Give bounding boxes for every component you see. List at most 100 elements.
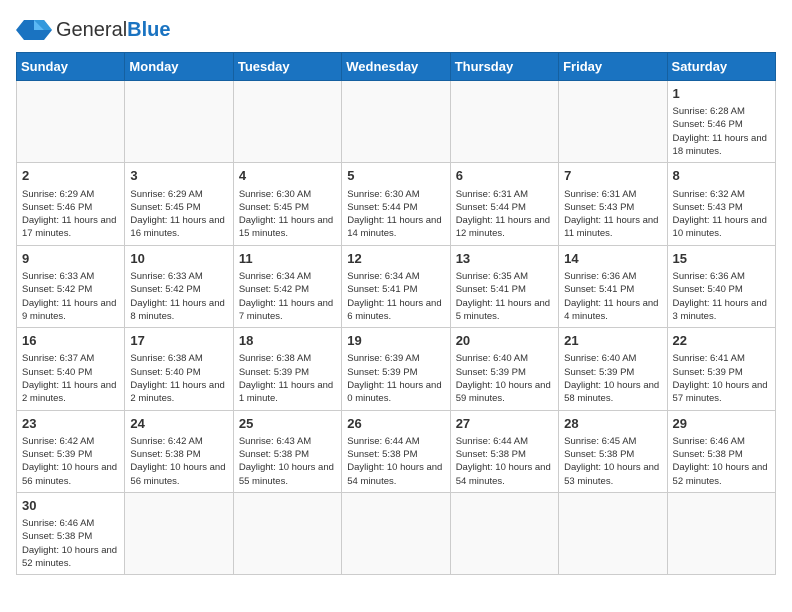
calendar-cell: 4Sunrise: 6:30 AM Sunset: 5:45 PM Daylig…: [233, 163, 341, 245]
calendar-cell: 20 Sunrise: 6:40 AM Sunset: 5:39 PM Dayli…: [450, 328, 558, 410]
calendar-cell: 10Sunrise: 6:33 AM Sunset: 5:42 PM Dayli…: [125, 245, 233, 327]
day-number: 24: [130, 415, 227, 433]
calendar-cell: 8 Sunrise: 6:32 AM Sunset: 5:43 PM Daylig…: [667, 163, 775, 245]
day-number: 20: [456, 332, 553, 350]
weekday-header-sunday: Sunday: [17, 53, 125, 81]
calendar-cell: 5Sunrise: 6:30 AM Sunset: 5:44 PM Daylig…: [342, 163, 450, 245]
day-info: Sunrise: 6:32 AM Sunset: 5:43 PM Dayligh…: [673, 189, 767, 240]
calendar-cell: [342, 81, 450, 163]
day-info: Sunrise: 6:34 AM Sunset: 5:41 PM Dayligh…: [347, 271, 441, 322]
page-header: GeneralBlue: [16, 16, 776, 44]
weekday-header-wednesday: Wednesday: [342, 53, 450, 81]
calendar-cell: 21 Sunrise: 6:40 AM Sunset: 5:39 PM Dayli…: [559, 328, 667, 410]
day-number: 7: [564, 167, 661, 185]
day-number: 18: [239, 332, 336, 350]
calendar-week-row: 30 Sunrise: 6:46 AM Sunset: 5:38 PM Dayli…: [17, 492, 776, 574]
weekday-header-row: SundayMondayTuesdayWednesdayThursdayFrid…: [17, 53, 776, 81]
calendar-cell: 28 Sunrise: 6:45 AM Sunset: 5:38 PM Dayli…: [559, 410, 667, 492]
day-number: 22: [673, 332, 770, 350]
calendar-cell: [233, 492, 341, 574]
day-info: Sunrise: 6:36 AM Sunset: 5:41 PM Dayligh…: [564, 271, 658, 322]
calendar-week-row: 16 Sunrise: 6:37 AM Sunset: 5:40 PM Dayli…: [17, 328, 776, 410]
day-number: 19: [347, 332, 444, 350]
day-number: 1: [673, 85, 770, 103]
day-info: Sunrise: 6:41 AM Sunset: 5:39 PM Dayligh…: [673, 353, 768, 404]
weekday-header-saturday: Saturday: [667, 53, 775, 81]
day-number: 10: [130, 250, 227, 268]
calendar-cell: 22 Sunrise: 6:41 AM Sunset: 5:39 PM Dayli…: [667, 328, 775, 410]
calendar-week-row: 1 Sunrise: 6:28 AM Sunset: 5:46 PM Daylig…: [17, 81, 776, 163]
calendar: SundayMondayTuesdayWednesdayThursdayFrid…: [16, 52, 776, 575]
calendar-cell: 18 Sunrise: 6:38 AM Sunset: 5:39 PM Dayli…: [233, 328, 341, 410]
calendar-cell: 6Sunrise: 6:31 AM Sunset: 5:44 PM Daylig…: [450, 163, 558, 245]
logo-text: GeneralBlue: [56, 19, 171, 42]
day-number: 9: [22, 250, 119, 268]
day-info: Sunrise: 6:35 AM Sunset: 5:41 PM Dayligh…: [456, 271, 550, 322]
calendar-cell: [559, 492, 667, 574]
day-number: 16: [22, 332, 119, 350]
calendar-cell: 9 Sunrise: 6:33 AM Sunset: 5:42 PM Daylig…: [17, 245, 125, 327]
calendar-week-row: 23 Sunrise: 6:42 AM Sunset: 5:39 PM Dayli…: [17, 410, 776, 492]
calendar-cell: 19 Sunrise: 6:39 AM Sunset: 5:39 PM Dayli…: [342, 328, 450, 410]
calendar-cell: 29Sunrise: 6:46 AM Sunset: 5:38 PM Dayli…: [667, 410, 775, 492]
calendar-cell: 16 Sunrise: 6:37 AM Sunset: 5:40 PM Dayli…: [17, 328, 125, 410]
calendar-cell: 13 Sunrise: 6:35 AM Sunset: 5:41 PM Dayli…: [450, 245, 558, 327]
day-info: Sunrise: 6:44 AM Sunset: 5:38 PM Dayligh…: [347, 436, 442, 487]
day-info: Sunrise: 6:45 AM Sunset: 5:38 PM Dayligh…: [564, 436, 659, 487]
day-info: Sunrise: 6:28 AM Sunset: 5:46 PM Dayligh…: [673, 106, 767, 157]
day-info: Sunrise: 6:44 AM Sunset: 5:38 PM Dayligh…: [456, 436, 551, 487]
day-info: Sunrise: 6:38 AM Sunset: 5:39 PM Dayligh…: [239, 353, 333, 404]
weekday-header-monday: Monday: [125, 53, 233, 81]
day-number: 13: [456, 250, 553, 268]
calendar-cell: 23 Sunrise: 6:42 AM Sunset: 5:39 PM Dayli…: [17, 410, 125, 492]
day-number: 26: [347, 415, 444, 433]
day-number: 23: [22, 415, 119, 433]
day-info: Sunrise: 6:40 AM Sunset: 5:39 PM Dayligh…: [564, 353, 659, 404]
calendar-cell: 1 Sunrise: 6:28 AM Sunset: 5:46 PM Daylig…: [667, 81, 775, 163]
day-number: 11: [239, 250, 336, 268]
day-info: Sunrise: 6:33 AM Sunset: 5:42 PM Dayligh…: [22, 271, 116, 322]
calendar-cell: 2 Sunrise: 6:29 AM Sunset: 5:46 PM Daylig…: [17, 163, 125, 245]
calendar-cell: 7 Sunrise: 6:31 AM Sunset: 5:43 PM Daylig…: [559, 163, 667, 245]
day-info: Sunrise: 6:29 AM Sunset: 5:45 PM Dayligh…: [130, 189, 224, 240]
calendar-cell: 27Sunrise: 6:44 AM Sunset: 5:38 PM Dayli…: [450, 410, 558, 492]
day-number: 14: [564, 250, 661, 268]
calendar-cell: 14 Sunrise: 6:36 AM Sunset: 5:41 PM Dayli…: [559, 245, 667, 327]
calendar-cell: [233, 81, 341, 163]
calendar-cell: [125, 492, 233, 574]
calendar-cell: 3 Sunrise: 6:29 AM Sunset: 5:45 PM Daylig…: [125, 163, 233, 245]
calendar-week-row: 9 Sunrise: 6:33 AM Sunset: 5:42 PM Daylig…: [17, 245, 776, 327]
day-number: 3: [130, 167, 227, 185]
day-info: Sunrise: 6:37 AM Sunset: 5:40 PM Dayligh…: [22, 353, 116, 404]
logo-icon: [16, 16, 52, 44]
day-info: Sunrise: 6:34 AM Sunset: 5:42 PM Dayligh…: [239, 271, 333, 322]
day-info: Sunrise: 6:39 AM Sunset: 5:39 PM Dayligh…: [347, 353, 441, 404]
day-info: Sunrise: 6:30 AM Sunset: 5:44 PM Dayligh…: [347, 189, 441, 240]
calendar-cell: [125, 81, 233, 163]
day-number: 21: [564, 332, 661, 350]
day-number: 8: [673, 167, 770, 185]
calendar-week-row: 2 Sunrise: 6:29 AM Sunset: 5:46 PM Daylig…: [17, 163, 776, 245]
day-info: Sunrise: 6:38 AM Sunset: 5:40 PM Dayligh…: [130, 353, 224, 404]
day-info: Sunrise: 6:29 AM Sunset: 5:46 PM Dayligh…: [22, 189, 116, 240]
calendar-cell: 17Sunrise: 6:38 AM Sunset: 5:40 PM Dayli…: [125, 328, 233, 410]
calendar-cell: 26 Sunrise: 6:44 AM Sunset: 5:38 PM Dayli…: [342, 410, 450, 492]
calendar-cell: [17, 81, 125, 163]
day-number: 28: [564, 415, 661, 433]
day-number: 12: [347, 250, 444, 268]
day-info: Sunrise: 6:36 AM Sunset: 5:40 PM Dayligh…: [673, 271, 767, 322]
weekday-header-friday: Friday: [559, 53, 667, 81]
day-info: Sunrise: 6:40 AM Sunset: 5:39 PM Dayligh…: [456, 353, 551, 404]
calendar-cell: 11 Sunrise: 6:34 AM Sunset: 5:42 PM Dayli…: [233, 245, 341, 327]
day-number: 2: [22, 167, 119, 185]
day-number: 4: [239, 167, 336, 185]
day-info: Sunrise: 6:42 AM Sunset: 5:39 PM Dayligh…: [22, 436, 117, 487]
day-number: 15: [673, 250, 770, 268]
day-number: 30: [22, 497, 119, 515]
calendar-cell: [667, 492, 775, 574]
day-info: Sunrise: 6:31 AM Sunset: 5:44 PM Dayligh…: [456, 189, 550, 240]
calendar-cell: 30 Sunrise: 6:46 AM Sunset: 5:38 PM Dayli…: [17, 492, 125, 574]
calendar-cell: 24Sunrise: 6:42 AM Sunset: 5:38 PM Dayli…: [125, 410, 233, 492]
day-info: Sunrise: 6:46 AM Sunset: 5:38 PM Dayligh…: [22, 518, 117, 569]
day-info: Sunrise: 6:31 AM Sunset: 5:43 PM Dayligh…: [564, 189, 658, 240]
